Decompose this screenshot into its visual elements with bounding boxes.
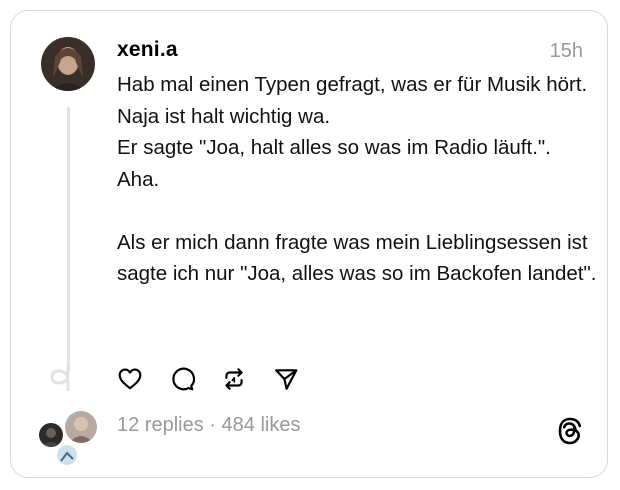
likes-count[interactable]: 484 likes [222, 414, 301, 436]
author-avatar[interactable] [41, 37, 95, 91]
thread-curl [50, 363, 70, 391]
post-paragraph: Er sagte "Joa, halt alles so was im Radi… [117, 136, 551, 159]
reply-avatar [63, 409, 99, 445]
thread-line [67, 107, 70, 371]
author-username[interactable]: xeni.a [117, 38, 178, 62]
comment-icon [172, 367, 195, 391]
reply-avatars[interactable] [37, 409, 101, 469]
threads-logo-icon[interactable] [557, 417, 583, 450]
post-paragraph: Hab mal einen Typen gefragt, was er für … [117, 73, 588, 128]
like-button[interactable] [117, 366, 143, 392]
post-paragraph: Als er mich dann fragte was mein Lieblin… [117, 230, 597, 286]
reply-avatar [55, 443, 79, 467]
replies-count[interactable]: 12 replies [117, 414, 204, 436]
repost-button[interactable] [221, 366, 247, 392]
post-card: xeni.a 15h Hab mal einen Typen gefragt, … [10, 10, 608, 478]
heart-icon [118, 368, 142, 390]
post-timestamp: 15h [549, 40, 583, 62]
repost-icon [225, 368, 243, 390]
stats-separator: · [209, 414, 216, 436]
post-paragraph: Aha. [117, 167, 160, 191]
post-text: Hab mal einen Typen gefragt, was er für … [117, 69, 597, 290]
action-bar [117, 366, 299, 392]
share-button[interactable] [273, 366, 299, 392]
reply-button[interactable] [169, 366, 195, 392]
post-stats: 12 replies · 484 likes [117, 414, 300, 437]
send-icon [275, 369, 298, 390]
